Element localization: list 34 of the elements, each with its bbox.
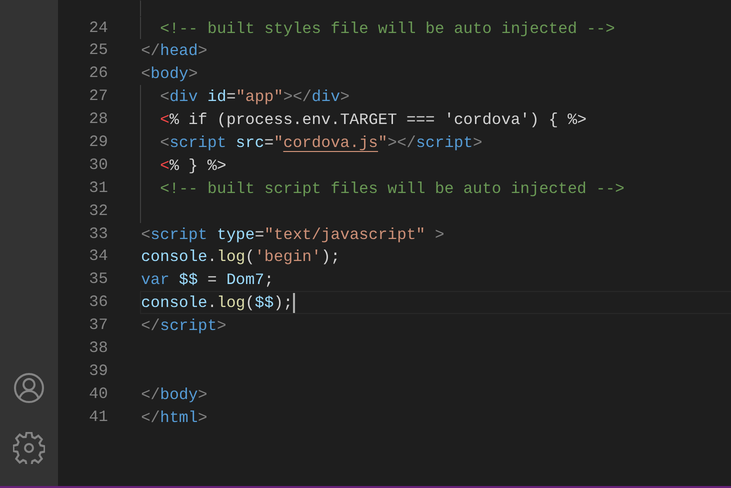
line-number: 25 (88, 40, 108, 62)
line-number: 41 (88, 406, 108, 428)
line-number: 39 (88, 360, 108, 382)
line-number: 34 (88, 246, 108, 268)
code-line: <% if (process.env.TARGET === 'cordova') { %> (160, 111, 587, 130)
code-line: </body> (141, 386, 208, 404)
line-number: 33 (88, 224, 108, 245)
line-number: 24 (88, 18, 108, 38)
line-number: 30 (88, 154, 108, 176)
code-line: </script> (141, 317, 226, 336)
code-line: console.log($$); (141, 294, 293, 312)
line-number: 35 (88, 269, 108, 290)
code-line: <script src="cordova.js"></script> (160, 134, 482, 152)
code-line: </html> (141, 408, 208, 427)
text-cursor (292, 293, 295, 314)
code-line: </head> (141, 42, 208, 60)
code-line: var $$ = Dom7; (141, 271, 274, 290)
code-line: <% } %> (160, 156, 226, 175)
code-line: <body> (141, 65, 198, 84)
code-line: <script type="text/javascript" > (141, 226, 444, 244)
code-line: <div id="app"></div> (160, 88, 350, 106)
line-number: 29 (88, 132, 108, 153)
code-line: <!-- built styles file will be auto injected --> (160, 20, 615, 38)
line-number: 31 (88, 178, 108, 199)
line-number: 36 (88, 292, 108, 314)
line-number: 26 (88, 63, 108, 84)
code-line: <!-- built script files will be auto injected --> (160, 180, 624, 198)
line-number: 32 (88, 200, 108, 222)
line-number: 38 (88, 338, 108, 359)
line-number: 40 (88, 384, 108, 405)
line-number: 28 (88, 109, 108, 130)
line-number: 27 (88, 86, 108, 108)
code-line: console.log('begin'); (141, 248, 340, 266)
line-number: 37 (88, 315, 108, 336)
